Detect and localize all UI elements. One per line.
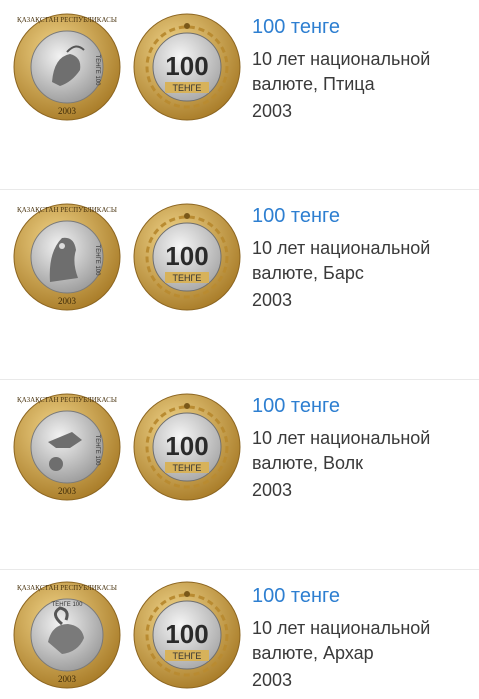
obverse-denomination: ТЕНГЕ 100 xyxy=(94,245,100,277)
coin-list: ТЕНГЕ 100 2003 ҚАЗАҚСТАН РЕСПУБЛИКАСЫ 10… xyxy=(0,0,479,699)
item-year: 2003 xyxy=(252,480,293,500)
100-tenge-coin-icon: 100 ТЕНГЕ xyxy=(133,13,241,121)
item-description-line2: валюте, Барс xyxy=(252,263,364,283)
list-item[interactable]: ТЕНГЕ 100 2003 ҚАЗАҚСТАН РЕСПУБЛИКАСЫ 10… xyxy=(0,190,479,380)
reverse-currency: ТЕНГЕ xyxy=(173,83,202,93)
coin-reverse-image[interactable]: 100 ТЕНГЕ xyxy=(132,392,242,542)
item-text: 100 тенге 10 лет национальной валюте, Ар… xyxy=(252,584,472,693)
bird-coin-icon: ТЕНГЕ 100 2003 ҚАЗАҚСТАН РЕСПУБЛИКАСЫ xyxy=(13,13,121,121)
obverse-rim-text: ҚАЗАҚСТАН РЕСПУБЛИКАСЫ xyxy=(17,584,117,592)
item-text: 100 тенге 10 лет национальной валюте, Во… xyxy=(252,394,472,503)
reverse-currency: ТЕНГЕ xyxy=(173,651,202,661)
item-text: 100 тенге 10 лет национальной валюте, Пт… xyxy=(252,15,472,124)
obverse-year: 2003 xyxy=(58,486,77,496)
reverse-value: 100 xyxy=(165,51,208,81)
item-description-line2: валюте, Архар xyxy=(252,643,374,663)
list-item[interactable]: ТЕНГЕ 100 2003 ҚАЗАҚСТАН РЕСПУБЛИКАСЫ 10… xyxy=(0,570,479,699)
coin-obverse-image[interactable]: ТЕНГЕ 100 2003 ҚАЗАҚСТАН РЕСПУБЛИКАСЫ xyxy=(12,202,122,352)
wolf-coin-icon: ТЕНГЕ 100 2003 ҚАЗАҚСТАН РЕСПУБЛИКАСЫ xyxy=(13,393,121,501)
item-description-line1: 10 лет национальной xyxy=(252,49,431,69)
item-description-line2: валюте, Птица xyxy=(252,74,375,94)
item-title-link[interactable]: 100 тенге xyxy=(252,15,472,39)
obverse-denomination: ТЕНГЕ 100 xyxy=(52,602,84,608)
obverse-denomination: ТЕНГЕ 100 xyxy=(94,55,100,87)
item-description-line1: 10 лет национальной xyxy=(252,618,431,638)
obverse-rim-text: ҚАЗАҚСТАН РЕСПУБЛИКАСЫ xyxy=(17,396,117,404)
obverse-rim-text: ҚАЗАҚСТАН РЕСПУБЛИКАСЫ xyxy=(17,16,117,24)
coin-obverse-image[interactable]: ТЕНГЕ 100 2003 ҚАЗАҚСТАН РЕСПУБЛИКАСЫ xyxy=(12,580,122,699)
argali-coin-icon: ТЕНГЕ 100 2003 ҚАЗАҚСТАН РЕСПУБЛИКАСЫ xyxy=(13,581,121,689)
obverse-year: 2003 xyxy=(58,296,77,306)
item-description-line2: валюте, Волк xyxy=(252,453,364,473)
obverse-denomination: ТЕНГЕ 100 xyxy=(94,435,100,467)
obverse-rim-text: ҚАЗАҚСТАН РЕСПУБЛИКАСЫ xyxy=(17,206,117,214)
100-tenge-coin-icon: 100 ТЕНГЕ xyxy=(133,203,241,311)
coin-obverse-image[interactable]: ТЕНГЕ 100 2003 ҚАЗАҚСТАН РЕСПУБЛИКАСЫ xyxy=(12,392,122,542)
reverse-value: 100 xyxy=(165,619,208,649)
item-year: 2003 xyxy=(252,670,293,690)
item-title-link[interactable]: 100 тенге xyxy=(252,204,472,228)
item-title-link[interactable]: 100 тенге xyxy=(252,394,472,418)
item-year: 2003 xyxy=(252,290,293,310)
reverse-value: 100 xyxy=(165,431,208,461)
list-item[interactable]: ТЕНГЕ 100 2003 ҚАЗАҚСТАН РЕСПУБЛИКАСЫ 10… xyxy=(0,380,479,570)
coin-obverse-image[interactable]: ТЕНГЕ 100 2003 ҚАЗАҚСТАН РЕСПУБЛИКАСЫ xyxy=(12,12,122,162)
item-year: 2003 xyxy=(252,101,293,121)
obverse-year: 2003 xyxy=(58,106,77,116)
coin-reverse-image[interactable]: 100 ТЕНГЕ xyxy=(132,12,242,162)
item-description-line1: 10 лет национальной xyxy=(252,238,431,258)
item-description-line1: 10 лет национальной xyxy=(252,428,431,448)
item-title-link[interactable]: 100 тенге xyxy=(252,584,472,608)
reverse-currency: ТЕНГЕ xyxy=(173,273,202,283)
100-tenge-coin-icon: 100 ТЕНГЕ xyxy=(133,581,241,689)
item-text: 100 тенге 10 лет национальной валюте, Ба… xyxy=(252,204,472,313)
list-item[interactable]: ТЕНГЕ 100 2003 ҚАЗАҚСТАН РЕСПУБЛИКАСЫ 10… xyxy=(0,0,479,190)
coin-reverse-image[interactable]: 100 ТЕНГЕ xyxy=(132,580,242,699)
reverse-currency: ТЕНГЕ xyxy=(173,463,202,473)
100-tenge-coin-icon: 100 ТЕНГЕ xyxy=(133,393,241,501)
reverse-value: 100 xyxy=(165,241,208,271)
coin-reverse-image[interactable]: 100 ТЕНГЕ xyxy=(132,202,242,352)
snow-leopard-coin-icon: ТЕНГЕ 100 2003 ҚАЗАҚСТАН РЕСПУБЛИКАСЫ xyxy=(13,203,121,311)
obverse-year: 2003 xyxy=(58,674,77,684)
